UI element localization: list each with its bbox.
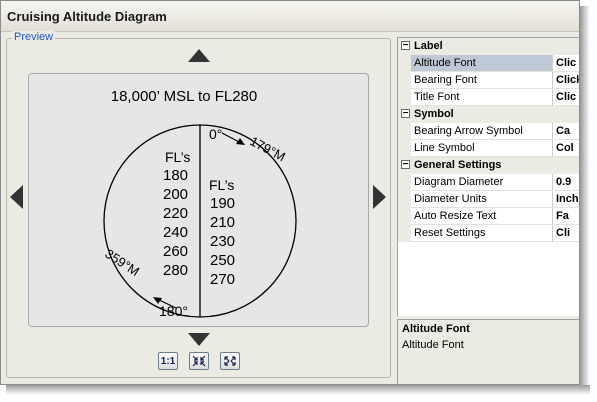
- property-row-bearing-arrow-symbol[interactable]: Bearing Arrow Symbol Ca: [398, 123, 579, 140]
- property-value[interactable]: Clic: [554, 55, 579, 72]
- property-grid: − Label Altitude Font Clic Bearing Font …: [397, 37, 579, 316]
- row-gutter: [398, 89, 411, 106]
- property-row-line-symbol[interactable]: Line Symbol Col: [398, 140, 579, 157]
- row-gutter: [398, 123, 411, 140]
- flight-level-left: 240: [163, 224, 188, 241]
- property-value[interactable]: Col: [554, 140, 579, 157]
- category-symbol[interactable]: − Symbol: [398, 106, 579, 123]
- bearing-top-text: 0°: [209, 126, 222, 142]
- arrow-up-icon[interactable]: [187, 47, 211, 63]
- property-value[interactable]: Click: [554, 72, 579, 89]
- collapse-icon[interactable]: −: [401, 109, 410, 119]
- preview-label: Preview: [12, 31, 56, 43]
- flight-level-left: 220: [163, 205, 188, 222]
- category-label-text: Label: [414, 40, 443, 52]
- title-bar: Cruising Altitude Diagram: [1, 1, 579, 32]
- property-row-altitude-font[interactable]: Altitude Font Clic: [398, 55, 579, 72]
- zoom-out-button[interactable]: [220, 352, 240, 370]
- row-gutter: [398, 225, 411, 242]
- category-general-settings[interactable]: − General Settings: [398, 157, 579, 174]
- expand-arrows-icon: [224, 356, 236, 366]
- property-name: Title Font: [411, 89, 553, 106]
- row-gutter: [398, 191, 411, 208]
- property-name: Reset Settings: [411, 225, 553, 242]
- shrink-arrows-icon: [192, 355, 206, 367]
- property-row-auto-resize-text[interactable]: Auto Resize Text Fa: [398, 208, 579, 225]
- property-value[interactable]: Cli: [554, 225, 579, 242]
- row-gutter: [398, 174, 411, 191]
- collapse-icon[interactable]: −: [401, 160, 410, 170]
- flight-level-left: 180: [163, 167, 188, 184]
- preview-canvas: 18,000’ MSL to FL280 0° 179°M 180° 359°M…: [28, 73, 369, 327]
- cruising-altitude-diagram: 18,000’ MSL to FL280 0° 179°M 180° 359°M…: [102, 88, 297, 319]
- property-name: Diagram Diameter: [411, 174, 553, 191]
- window-title: Cruising Altitude Diagram: [7, 9, 167, 24]
- row-gutter: [398, 72, 411, 89]
- row-gutter: [398, 208, 411, 225]
- flight-level-left: 280: [163, 262, 188, 279]
- property-name: Auto Resize Text: [411, 208, 553, 225]
- property-name: Altitude Font: [411, 55, 553, 72]
- bearing-bottom-text: 180°: [159, 303, 188, 319]
- flight-level-right: 210: [210, 214, 235, 231]
- category-symbol-text: Symbol: [414, 108, 454, 120]
- actual-size-label: 1:1: [160, 355, 176, 367]
- category-label[interactable]: − Label: [398, 38, 579, 55]
- actual-size-button[interactable]: 1:1: [158, 352, 178, 370]
- row-gutter: [398, 140, 411, 157]
- description-text: Altitude Font: [402, 339, 464, 351]
- property-value[interactable]: Fa: [554, 208, 579, 225]
- arrow-right-icon[interactable]: [372, 184, 388, 210]
- property-row-title-font[interactable]: Title Font Clic: [398, 89, 579, 106]
- flight-level-left: 200: [163, 186, 188, 203]
- property-name: Line Symbol: [411, 140, 553, 157]
- property-description-pane: Altitude Font Altitude Font: [397, 319, 579, 384]
- property-row-reset-settings[interactable]: Reset Settings Cli: [398, 225, 579, 242]
- row-gutter: [398, 55, 411, 72]
- window-shadow-bottom: [6, 385, 590, 395]
- bearing-left-text: 359°M: [102, 246, 142, 279]
- property-row-diameter-units[interactable]: Diameter Units Inch: [398, 191, 579, 208]
- dialog-window: Cruising Altitude Diagram Preview 18,000…: [0, 0, 580, 385]
- property-name: Diameter Units: [411, 191, 553, 208]
- property-value[interactable]: Inch: [554, 191, 579, 208]
- left-levels-header: FL’s: [165, 149, 190, 165]
- arrow-down-icon[interactable]: [187, 332, 211, 348]
- bearing-right-text: 179°M: [248, 133, 288, 164]
- window-shadow-right: [580, 6, 590, 390]
- flight-level-right: 270: [210, 271, 235, 288]
- property-name: Bearing Arrow Symbol: [411, 123, 553, 140]
- flight-level-right: 250: [210, 252, 235, 269]
- zoom-in-button[interactable]: [189, 352, 209, 370]
- flight-level-right: 230: [210, 233, 235, 250]
- diagram-title: 18,000’ MSL to FL280: [111, 88, 257, 105]
- property-row-bearing-font[interactable]: Bearing Font Click: [398, 72, 579, 89]
- property-value[interactable]: 0.9: [554, 174, 579, 191]
- property-value[interactable]: Clic: [554, 89, 579, 106]
- property-row-diagram-diameter[interactable]: Diagram Diameter 0.9: [398, 174, 579, 191]
- arrow-left-icon[interactable]: [8, 184, 24, 210]
- right-levels-header: FL’s: [209, 177, 234, 193]
- flight-level-right: 190: [210, 195, 235, 212]
- property-value[interactable]: Ca: [554, 123, 579, 140]
- category-general-settings-text: General Settings: [414, 159, 502, 171]
- description-title: Altitude Font: [402, 323, 470, 335]
- collapse-icon[interactable]: −: [401, 41, 410, 51]
- flight-level-left: 260: [163, 243, 188, 260]
- property-name: Bearing Font: [411, 72, 553, 89]
